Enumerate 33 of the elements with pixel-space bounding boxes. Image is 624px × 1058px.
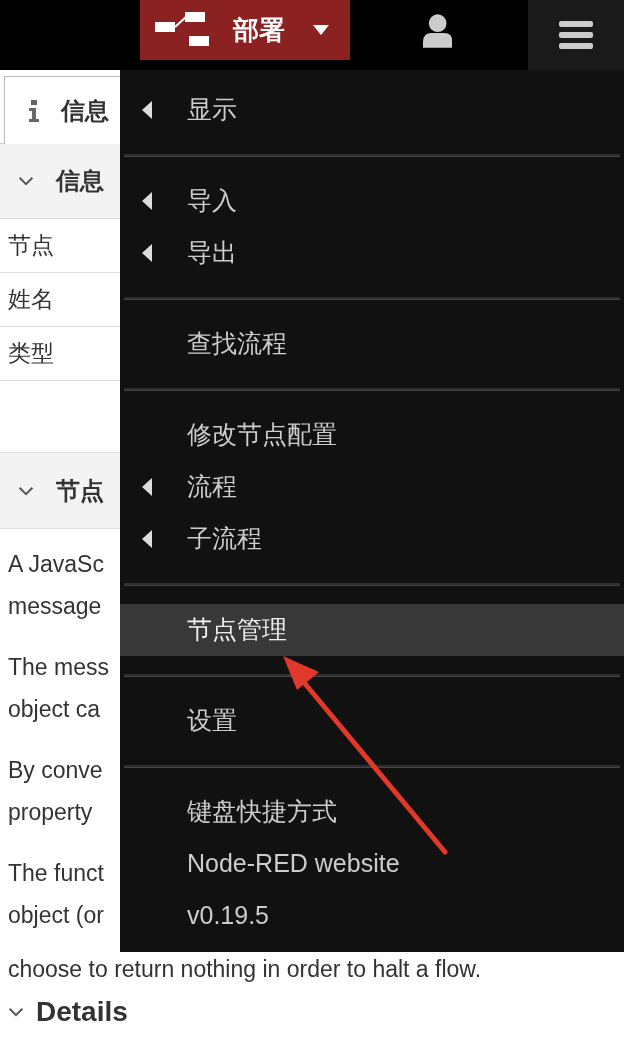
caret-icon (313, 25, 329, 35)
menu-item[interactable]: 修改节点配置 (120, 409, 624, 461)
deploy-icon (155, 12, 211, 48)
menu-item[interactable]: 设置 (120, 695, 624, 747)
menu-item[interactable]: 子流程 (120, 513, 624, 565)
help-text: property (8, 798, 93, 827)
help-text: The mess (8, 653, 109, 682)
help-text: By conve (8, 756, 103, 785)
help-text: object ca (8, 695, 101, 724)
details-heading[interactable]: Details (36, 991, 128, 1033)
menu-item[interactable]: 查找流程 (120, 318, 624, 370)
help-text: object (or (8, 901, 104, 930)
user-icon[interactable] (422, 14, 452, 48)
menu-item[interactable]: v0.19.5 (120, 890, 624, 942)
help-text: The funct (8, 859, 104, 888)
menu-item[interactable]: 节点管理 (120, 604, 624, 656)
menu-button[interactable] (528, 0, 624, 70)
info-icon (29, 99, 39, 122)
property-label: 姓名 (8, 285, 54, 315)
deploy-button[interactable]: 部署 (140, 0, 350, 60)
menu-item[interactable]: 导出 (120, 227, 624, 279)
menu-item[interactable]: 导入 (120, 175, 624, 227)
help-text: choose to return nothing in order to halt a flow. (8, 955, 482, 984)
menu-item[interactable]: 流程 (120, 461, 624, 513)
help-text: A JavaSc (8, 550, 104, 579)
property-label: 类型 (8, 339, 54, 369)
property-label: 节点 (8, 231, 54, 261)
section-title: 信息 (56, 166, 104, 196)
menu-item[interactable]: 键盘快捷方式 (120, 786, 624, 838)
menu-item[interactable]: Node-RED website (120, 838, 624, 890)
help-text: message (8, 592, 102, 621)
menu-icon (559, 21, 593, 49)
section-title: 节点 (56, 475, 104, 506)
